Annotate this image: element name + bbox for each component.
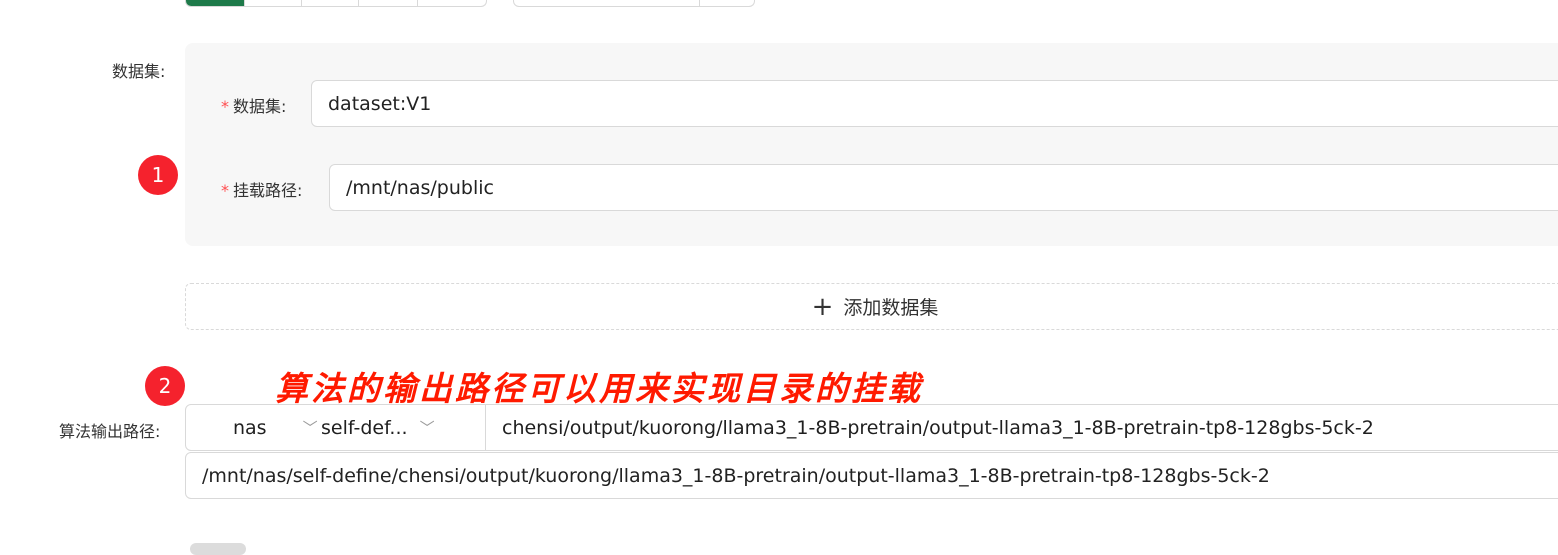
output-subpath-value: chensi/output/kuorong/llama3_1-8B-pretra… <box>502 416 1374 439</box>
annotation-badge-2: 2 <box>145 366 185 406</box>
annotation-badge-1: 1 <box>138 155 178 195</box>
dataset-section-label: 数据集: <box>112 62 166 81</box>
top-select[interactable] <box>513 0 755 7</box>
directory-select-value: self-def... <box>321 416 408 439</box>
storage-type-value: nas <box>233 416 267 439</box>
segment[interactable] <box>418 0 486 6</box>
directory-select[interactable]: self-def... ﹀ <box>321 405 485 450</box>
required-mark: * <box>221 181 229 200</box>
mount-path-label: * 挂载路径: <box>221 181 303 200</box>
top-segmented-control[interactable] <box>185 0 487 7</box>
mount-path-input-value: /mnt/nas/public <box>346 176 494 199</box>
dataset-panel <box>185 43 1558 246</box>
chevron-down-icon: ﹀ <box>302 419 318 437</box>
dataset-field-label: * 数据集: <box>221 97 287 116</box>
plus-icon: + <box>811 291 834 322</box>
dataset-input-value: dataset:V1 <box>328 92 432 115</box>
segment-active[interactable] <box>186 0 245 6</box>
add-dataset-label: 添加数据集 <box>843 297 939 319</box>
mount-path-input[interactable]: /mnt/nas/public <box>329 164 1558 211</box>
output-full-path-value: /mnt/nas/self-define/chensi/output/kuoro… <box>202 464 1270 487</box>
segment[interactable] <box>359 0 418 6</box>
dataset-input[interactable]: dataset:V1 <box>311 80 1558 127</box>
storage-type-select[interactable]: nas ﹀ <box>186 405 321 450</box>
segment[interactable] <box>245 0 302 6</box>
bottom-control[interactable] <box>190 543 246 555</box>
output-full-path-field[interactable]: /mnt/nas/self-define/chensi/output/kuoro… <box>185 452 1558 499</box>
annotation-note: 算法的输出路径可以用来实现目录的挂载 <box>275 369 923 408</box>
segment[interactable] <box>302 0 359 6</box>
output-path-input-group: nas ﹀ self-def... ﹀ chensi/output/kuoron… <box>185 404 1558 451</box>
output-path-label: 算法输出路径: <box>59 422 161 441</box>
add-dataset-button[interactable]: + 添加数据集 <box>185 283 1558 330</box>
required-mark: * <box>221 97 229 116</box>
chevron-down-icon: ﹀ <box>419 419 435 437</box>
output-subpath-input[interactable]: chensi/output/kuorong/llama3_1-8B-pretra… <box>486 405 1374 450</box>
